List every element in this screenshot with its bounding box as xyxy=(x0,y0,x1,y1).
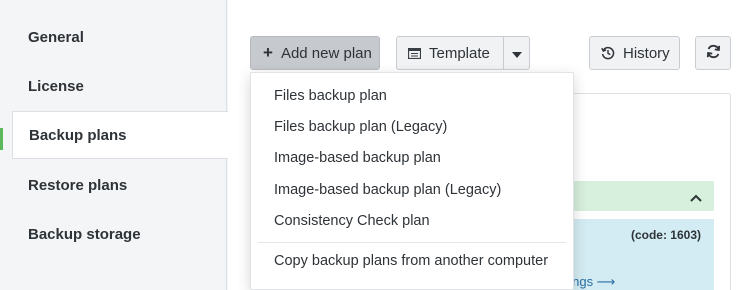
refresh-icon xyxy=(706,44,721,63)
add-new-plan-button[interactable]: + Add new plan xyxy=(250,36,380,70)
sidebar-item-label: Restore plans xyxy=(28,176,128,194)
template-button[interactable]: Template xyxy=(396,36,504,70)
template-label: Template xyxy=(429,44,490,62)
menu-item-copy-backup-plans[interactable]: Copy backup plans from another computer xyxy=(251,246,573,276)
sidebar-item-label: General xyxy=(28,28,84,46)
menu-divider xyxy=(258,242,566,243)
template-dropdown-toggle[interactable] xyxy=(503,36,530,70)
sidebar-item-label: License xyxy=(28,77,84,95)
refresh-button[interactable] xyxy=(695,36,731,70)
sidebar-item-backup-storage[interactable]: Backup storage xyxy=(12,210,227,258)
sidebar-item-backup-plans[interactable]: Backup plans xyxy=(12,111,228,159)
chevron-up-icon[interactable] xyxy=(690,189,702,207)
active-indicator xyxy=(0,128,3,150)
menu-item-image-based-backup-plan[interactable]: Image-based backup plan xyxy=(251,143,573,173)
sidebar-item-label: Backup storage xyxy=(28,225,141,243)
menu-item-label: Consistency Check plan xyxy=(274,213,430,229)
sidebar-item-general[interactable]: General xyxy=(12,13,227,61)
template-icon xyxy=(408,47,421,59)
sidebar-item-restore-plans[interactable]: Restore plans xyxy=(12,161,227,209)
caret-down-icon xyxy=(511,45,522,62)
menu-item-label: Image-based backup plan (Legacy) xyxy=(274,182,502,198)
menu-item-files-backup-plan[interactable]: Files backup plan xyxy=(251,81,573,111)
sidebar: General License Backup plans Restore pla… xyxy=(0,0,228,290)
menu-item-image-based-backup-plan-legacy[interactable]: Image-based backup plan (Legacy) xyxy=(251,175,573,205)
add-plan-dropdown-menu: Files backup plan Files backup plan (Leg… xyxy=(250,72,574,290)
menu-item-label: Files backup plan xyxy=(274,88,387,104)
sidebar-item-label: Backup plans xyxy=(29,126,127,144)
menu-item-files-backup-plan-legacy[interactable]: Files backup plan (Legacy) xyxy=(251,112,573,142)
menu-item-label: Image-based backup plan xyxy=(274,150,441,166)
history-icon xyxy=(601,46,615,60)
plus-icon: + xyxy=(263,43,273,62)
menu-item-label: Files backup plan (Legacy) xyxy=(274,119,448,135)
history-button[interactable]: History xyxy=(589,36,680,70)
history-label: History xyxy=(623,44,670,62)
error-code: (code: 1603) xyxy=(630,228,701,242)
menu-item-consistency-check-plan[interactable]: Consistency Check plan xyxy=(251,206,573,236)
sidebar-item-license[interactable]: License xyxy=(12,62,227,110)
menu-item-label: Copy backup plans from another computer xyxy=(274,253,549,269)
add-new-plan-label: Add new plan xyxy=(280,44,372,62)
